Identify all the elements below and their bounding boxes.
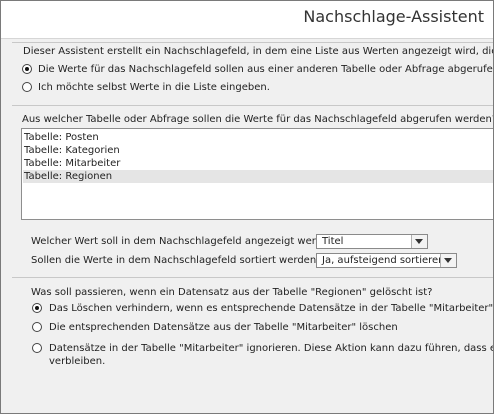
chevron-down-icon[interactable] — [411, 235, 427, 248]
intro-divider — [12, 42, 493, 43]
list-item-selected[interactable]: Tabelle: Regionen — [23, 170, 493, 183]
radio-own-values[interactable] — [22, 82, 32, 92]
delete-question: Was soll passieren, wenn ein Datensatz a… — [31, 287, 433, 298]
radio-ignore-records-label[interactable]: Datensätze in der Tabelle "Mitarbeiter" … — [49, 343, 493, 354]
wizard-dialog: Nachschlage-Assistent Dieser Assistent e… — [0, 0, 494, 414]
radio-prevent-delete[interactable] — [32, 303, 42, 313]
radio-ignore-records-label-line2[interactable]: verbleiben. — [49, 356, 105, 367]
radio-prevent-delete-label[interactable]: Das Löschen verhindern, wenn es entsprec… — [49, 303, 493, 314]
radio-from-table-label[interactable]: Die Werte für das Nachschlagefeld sollen… — [38, 64, 493, 75]
radio-ignore-records[interactable] — [32, 343, 42, 353]
intro-text: Dieser Assistent erstellt ein Nachschlag… — [23, 46, 494, 57]
wizard-title: Nachschlage-Assistent — [303, 7, 484, 26]
radio-own-values-label[interactable]: Ich möchte selbst Werte in die Liste ein… — [38, 82, 270, 93]
display-value-label: Welcher Wert soll in dem Nachschlagefeld… — [31, 236, 340, 247]
sort-selected: Ja, aufsteigend sortieren — [322, 255, 445, 266]
source-question: Aus welcher Tabelle oder Abfrage sollen … — [22, 114, 494, 125]
source-divider — [12, 105, 493, 106]
sort-combo[interactable]: Ja, aufsteigend sortieren — [316, 253, 457, 268]
list-item[interactable]: Tabelle: Posten — [23, 131, 493, 144]
chevron-down-icon[interactable] — [440, 254, 456, 267]
radio-cascade-delete-label[interactable]: Die entsprechenden Datensätze aus der Ta… — [49, 322, 398, 333]
source-listbox[interactable]: Tabelle: Posten Tabelle: Kategorien Tabe… — [21, 128, 493, 220]
display-value-combo[interactable]: Titel — [316, 234, 428, 249]
display-value-selected: Titel — [322, 236, 344, 247]
list-item[interactable]: Tabelle: Mitarbeiter — [23, 157, 493, 170]
wizard-header: Nachschlage-Assistent — [1, 1, 493, 39]
radio-from-table[interactable] — [22, 64, 32, 74]
delete-divider — [12, 277, 493, 278]
sort-label: Sollen die Werte in dem Nachschlagefeld … — [31, 255, 322, 266]
list-item[interactable]: Tabelle: Kategorien — [23, 144, 493, 157]
radio-cascade-delete[interactable] — [32, 322, 42, 332]
